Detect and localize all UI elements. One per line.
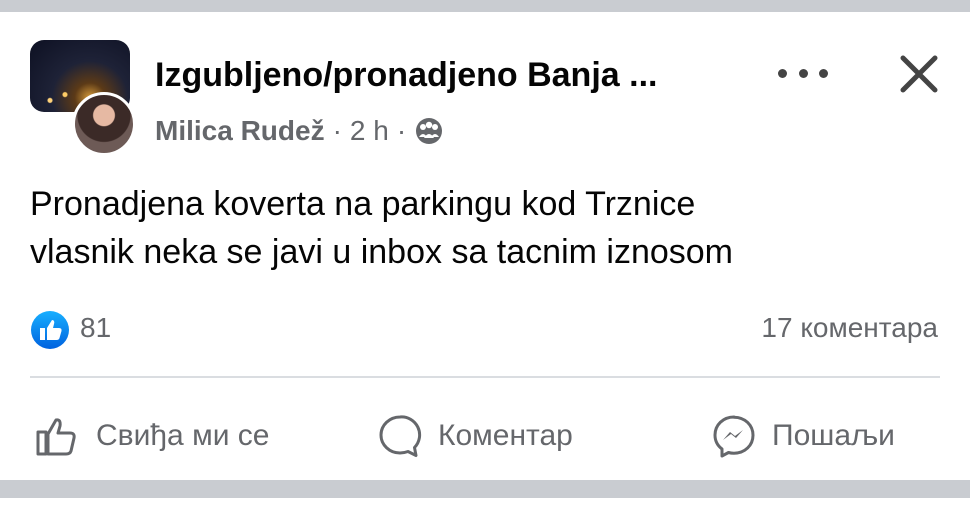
author-avatar[interactable]: [72, 92, 136, 156]
meta-separator: ·: [332, 115, 342, 146]
like-label: Свиђа ми се: [96, 419, 270, 452]
post-text: Pronadjena koverta na parkingu kod Trzni…: [30, 180, 930, 276]
reaction-count[interactable]: 81: [80, 312, 111, 344]
post-text-line: vlasnik neka se javi u inbox sa tacnim i…: [30, 233, 733, 271]
more-options-button[interactable]: [778, 58, 828, 88]
comment-label: Коментар: [438, 419, 573, 452]
thumbs-up-icon: [36, 418, 76, 456]
send-label: Пошаљи: [772, 419, 895, 452]
feed-separator-top: [0, 0, 970, 12]
more-dot: [798, 68, 808, 78]
like-button[interactable]: Свиђа ми се: [34, 406, 269, 466]
more-horizontal-icon: [778, 68, 787, 78]
group-audience-icon: [414, 116, 444, 146]
comment-button[interactable]: Коментар: [376, 406, 573, 466]
close-icon: [900, 55, 938, 93]
like-reaction-icon[interactable]: [30, 310, 70, 350]
meta-separator: ·: [396, 115, 407, 146]
divider: [30, 376, 940, 378]
post-card: Izgubljeno/pronadjeno Banja ... Milica R…: [0, 12, 970, 480]
feed-separator-bottom: [0, 480, 970, 498]
comment-count[interactable]: 17 коментара: [761, 312, 938, 344]
post-text-line: Pronadjena koverta na parkingu kod Trzni…: [30, 185, 696, 223]
messenger-icon: [713, 415, 755, 458]
post-time[interactable]: 2 h: [350, 115, 389, 147]
more-dot: [819, 68, 828, 78]
send-button[interactable]: Пошаљи: [710, 406, 895, 466]
comment-bubble-icon: [379, 415, 422, 457]
next-post-card: [0, 498, 970, 530]
close-button[interactable]: [897, 52, 941, 96]
author-name[interactable]: Milica Rudež: [155, 115, 325, 147]
group-name[interactable]: Izgubljeno/pronadjeno Banja ...: [155, 56, 715, 95]
post-meta: Milica Rudež · 2 h ·: [155, 112, 444, 150]
